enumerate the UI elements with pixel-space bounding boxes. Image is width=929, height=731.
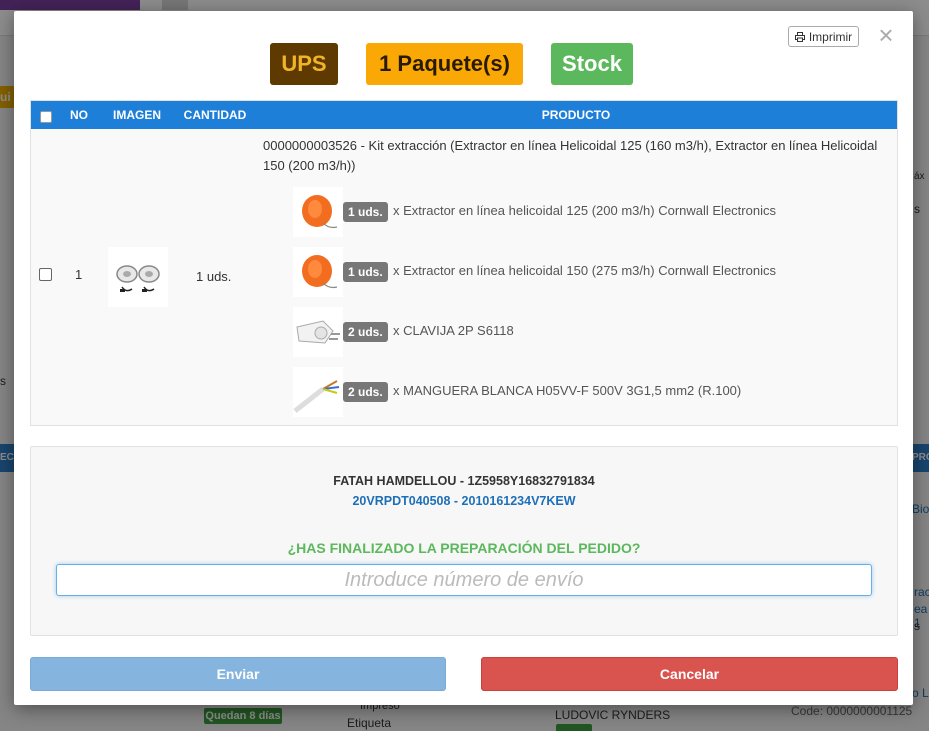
print-button-label: Imprimir	[808, 29, 853, 44]
product-title: 0000000003526 - Kit extracción (Extracto…	[263, 138, 878, 173]
component-name: x CLAVIJA 2P S6118	[393, 323, 514, 338]
tracking-number-input[interactable]	[56, 564, 872, 596]
printer-icon	[794, 31, 805, 42]
component-image	[293, 307, 343, 357]
close-icon[interactable]: ×	[875, 22, 897, 48]
shipping-panel: FATAH HAMDELLOU - 1Z5958Y16832791834 20V…	[30, 446, 898, 636]
extractor-orange-icon	[302, 255, 338, 289]
component-item: 1 uds. x Extractor en línea helicoidal 1…	[293, 247, 883, 297]
extractor-kit-icon	[116, 265, 160, 292]
select-all-checkbox[interactable]	[40, 111, 52, 123]
shipment-modal: Imprimir × UPS 1 Paquete(s) Stock NO IMA…	[14, 11, 913, 705]
order-reference: 20VRPDT040508 - 2010161234V7KEW	[352, 494, 576, 508]
component-item: 2 uds. x MANGUERA BLANCA H05VV-F 500V 3G…	[293, 367, 883, 417]
recipient-tracking: FATAH HAMDELLOU - 1Z5958Y16832791834	[333, 474, 595, 488]
component-item: 2 uds. x CLAVIJA 2P S6118	[293, 307, 883, 357]
component-quantity-badge: 1 uds.	[343, 202, 388, 222]
header-image: IMAGEN	[113, 108, 161, 122]
component-image	[293, 367, 343, 417]
header-no: NO	[70, 108, 88, 122]
component-name: x Extractor en línea helicoidal 150 (275…	[393, 263, 776, 278]
component-item: 1 uds. x Extractor en línea helicoidal 1…	[293, 187, 883, 237]
plug-icon	[296, 320, 340, 344]
component-quantity-badge: 2 uds.	[343, 322, 388, 342]
table-header: NO IMAGEN CANTIDAD PRODUCTO	[31, 101, 897, 129]
component-name: x MANGUERA BLANCA H05VV-F 500V 3G1,5 mm2…	[393, 383, 742, 398]
component-quantity-badge: 1 uds.	[343, 262, 388, 282]
extractor-orange-icon	[302, 195, 338, 229]
stock-badge: Stock	[551, 43, 633, 85]
header-quantity: CANTIDAD	[183, 108, 247, 122]
carrier-badge: UPS	[270, 43, 338, 85]
row-checkbox[interactable]	[39, 268, 52, 281]
cancel-button[interactable]: Cancelar	[481, 657, 898, 691]
packages-badge: 1 Paquete(s)	[366, 43, 523, 85]
header-product: PRODUCTO	[541, 108, 611, 122]
cable-icon	[293, 380, 340, 413]
product-image	[108, 247, 168, 307]
finish-question: ¿HAS FINALIZADO LA PREPARACIÓN DEL PEDID…	[287, 540, 641, 556]
products-table: NO IMAGEN CANTIDAD PRODUCTO 1 1 uds. 000…	[30, 100, 898, 426]
component-name: x Extractor en línea helicoidal 125 (200…	[393, 203, 776, 218]
send-button[interactable]: Enviar	[30, 657, 446, 691]
component-image	[293, 247, 343, 297]
component-image	[293, 187, 343, 237]
print-button[interactable]: Imprimir	[788, 26, 859, 47]
component-quantity-badge: 2 uds.	[343, 382, 388, 402]
row-quantity: 1 uds.	[196, 269, 232, 284]
row-number: 1	[75, 267, 83, 282]
